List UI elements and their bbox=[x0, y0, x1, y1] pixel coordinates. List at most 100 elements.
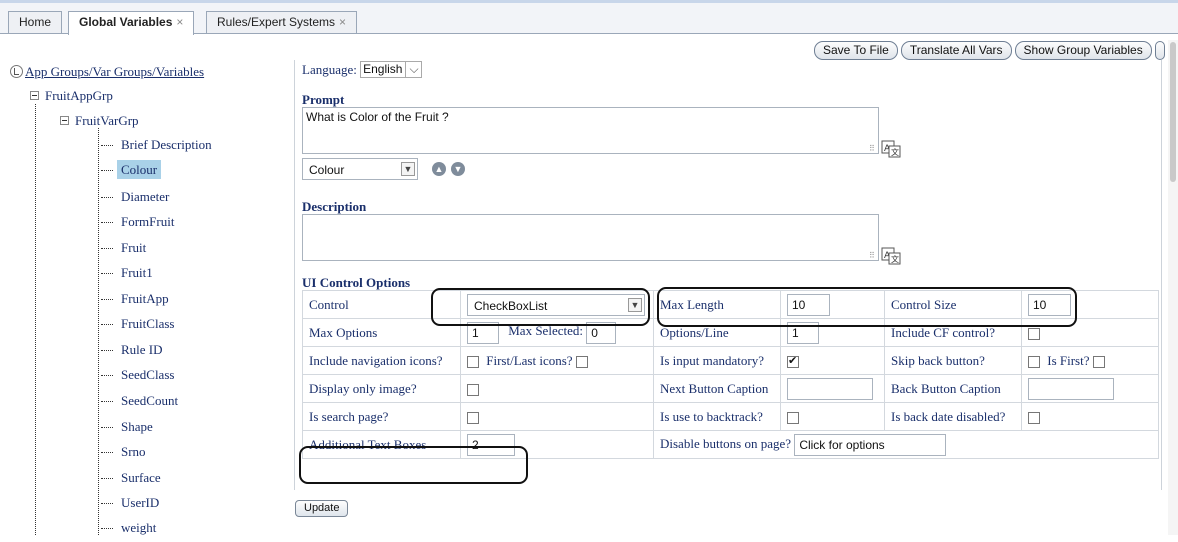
variable-label: SeedCount bbox=[121, 393, 179, 408]
tree-variable-selected[interactable]: Colour bbox=[101, 160, 162, 184]
svg-text:文: 文 bbox=[891, 254, 899, 264]
resize-grip-icon[interactable]: ⠿ bbox=[869, 251, 875, 260]
skip-back-checkbox[interactable] bbox=[1028, 355, 1040, 368]
more-button[interactable] bbox=[1154, 41, 1165, 60]
first-last-checkbox[interactable] bbox=[575, 355, 588, 368]
max-options-input[interactable]: 1 bbox=[467, 321, 499, 344]
variable-label: Brief Description bbox=[121, 137, 212, 152]
include-nav-checkbox[interactable] bbox=[467, 355, 479, 368]
next-caption-input[interactable] bbox=[787, 377, 873, 400]
is-first-checkbox[interactable] bbox=[1092, 355, 1105, 368]
variable-label: FruitClass bbox=[121, 316, 175, 331]
search-page-checkbox[interactable] bbox=[467, 411, 479, 424]
tab-home[interactable]: Home bbox=[8, 11, 63, 33]
tree-variable[interactable]: Srno bbox=[101, 444, 150, 466]
tab-home-label: Home bbox=[19, 15, 52, 29]
display-image-label: Display only image? bbox=[302, 374, 461, 403]
mandatory-checkbox[interactable] bbox=[787, 354, 799, 368]
options-line-input[interactable]: 1 bbox=[787, 321, 819, 344]
max-selected-input[interactable]: 0 bbox=[586, 321, 617, 344]
additional-text-label: Additional Text Boxes bbox=[302, 430, 461, 459]
language-row: Language: English ⌵ bbox=[302, 61, 422, 78]
tree-variable[interactable]: Shape bbox=[101, 419, 157, 441]
tree-variable[interactable]: SeedCount bbox=[101, 393, 182, 415]
tree-variable[interactable]: FruitClass bbox=[101, 316, 178, 338]
table-row: Is search page? Is use to backtrack? Is … bbox=[302, 402, 1159, 431]
translate-icon[interactable]: A 文 bbox=[881, 247, 901, 265]
tree-variable[interactable]: Brief Description bbox=[101, 137, 216, 159]
tree-variable[interactable]: Diameter bbox=[101, 189, 173, 211]
back-caption-input[interactable] bbox=[1028, 377, 1114, 400]
back-date-checkbox[interactable] bbox=[1028, 411, 1040, 424]
update-button[interactable]: Update bbox=[295, 500, 349, 517]
additional-text-input[interactable]: 2 bbox=[467, 433, 515, 456]
scrollbar[interactable] bbox=[1168, 40, 1178, 535]
tree-variable[interactable]: weight bbox=[101, 520, 160, 542]
max-length-label: Max Length bbox=[653, 290, 781, 319]
tab-rules-expert-systems[interactable]: Rules/Expert Systems × bbox=[206, 11, 358, 33]
table-row: Additional Text Boxes 2 Disable buttons … bbox=[302, 430, 1159, 459]
prompt-textarea[interactable]: What is Color of the Fruit ? bbox=[302, 107, 879, 154]
language-select[interactable]: English ⌵ bbox=[360, 61, 422, 78]
control-size-input[interactable]: 10 bbox=[1028, 293, 1071, 316]
description-textarea[interactable] bbox=[302, 214, 879, 261]
move-down-icon[interactable]: ▼ bbox=[451, 162, 465, 176]
tree-variable[interactable]: UserID bbox=[101, 495, 163, 517]
save-to-file-button[interactable]: Save To File bbox=[814, 41, 898, 60]
max-options-label: Max Options bbox=[302, 318, 461, 347]
variable-select[interactable]: Colour ▼ bbox=[302, 158, 418, 180]
backtrack-checkbox[interactable] bbox=[787, 411, 799, 424]
variable-label: Srno bbox=[121, 444, 146, 459]
move-up-icon[interactable]: ▲ bbox=[432, 162, 446, 176]
include-nav-label: Include navigation icons? bbox=[302, 346, 461, 375]
variable-label: Colour bbox=[117, 160, 162, 179]
show-group-variables-button[interactable]: Show Group Variables bbox=[1014, 41, 1152, 60]
close-icon[interactable]: × bbox=[339, 15, 346, 29]
chevron-down-icon: ▼ bbox=[628, 297, 642, 312]
tree-variable[interactable]: FruitApp bbox=[101, 291, 173, 313]
app-group-label: FruitAppGrp bbox=[45, 88, 113, 103]
variable-label: Diameter bbox=[121, 189, 170, 204]
variable-label: Rule ID bbox=[121, 342, 163, 357]
tree-variable[interactable]: Surface bbox=[101, 470, 165, 492]
language-label: Language: bbox=[302, 62, 357, 77]
tree-variable[interactable]: FormFruit bbox=[101, 214, 178, 236]
variable-select-value: Colour bbox=[309, 163, 345, 177]
resize-grip-icon[interactable]: ⠿ bbox=[869, 144, 875, 153]
scrollbar-thumb[interactable] bbox=[1170, 42, 1176, 182]
tree-root[interactable]: App Groups/Var Groups/Variables bbox=[10, 64, 204, 80]
control-select-value: CheckBoxList bbox=[474, 298, 548, 313]
skip-back-label: Skip back button? bbox=[884, 346, 1022, 375]
back-date-label: Is back date disabled? bbox=[884, 402, 1022, 431]
var-group-label: FruitVarGrp bbox=[75, 113, 139, 128]
include-cf-checkbox[interactable] bbox=[1028, 327, 1040, 340]
variable-label: weight bbox=[121, 520, 157, 535]
tree-variable[interactable]: SeedClass bbox=[101, 367, 178, 389]
tree-root-link[interactable]: App Groups/Var Groups/Variables bbox=[25, 64, 204, 79]
tab-global-variables[interactable]: Global Variables × bbox=[68, 11, 195, 35]
control-select[interactable]: CheckBoxList ▼ bbox=[467, 293, 645, 316]
close-icon[interactable]: × bbox=[176, 15, 183, 29]
tree-variable[interactable]: Rule ID bbox=[101, 342, 167, 364]
collapse-icon[interactable] bbox=[60, 116, 69, 125]
table-row: Control CheckBoxList ▼ Max Length 10 Cont… bbox=[302, 290, 1159, 319]
tree-variable[interactable]: Fruit bbox=[101, 240, 150, 262]
translate-icon[interactable]: A 文 bbox=[881, 140, 901, 158]
disable-buttons-label: Disable buttons on page? bbox=[660, 435, 792, 451]
tree-variable[interactable]: Fruit1 bbox=[101, 265, 157, 287]
tree-var-group[interactable]: FruitVarGrp bbox=[60, 113, 139, 129]
variable-label: UserID bbox=[121, 495, 160, 510]
tree-line bbox=[35, 104, 36, 535]
variable-label: FormFruit bbox=[121, 214, 175, 229]
display-image-checkbox[interactable] bbox=[467, 383, 479, 396]
tab-bar: Home Global Variables × Rules/Expert Syst… bbox=[0, 0, 1178, 35]
collapse-icon[interactable] bbox=[30, 91, 39, 100]
table-row: Include navigation icons? First/Last ico… bbox=[302, 346, 1159, 375]
search-page-label: Is search page? bbox=[302, 402, 461, 431]
translate-all-vars-button[interactable]: Translate All Vars bbox=[900, 41, 1012, 60]
next-caption-label: Next Button Caption bbox=[653, 374, 781, 403]
disable-buttons-input[interactable]: Click for options bbox=[794, 433, 947, 456]
toolbar: Save To File Translate All Vars Show Group… bbox=[814, 41, 1168, 60]
max-length-input[interactable]: 10 bbox=[787, 293, 830, 316]
tree-app-group[interactable]: FruitAppGrp bbox=[30, 88, 113, 104]
